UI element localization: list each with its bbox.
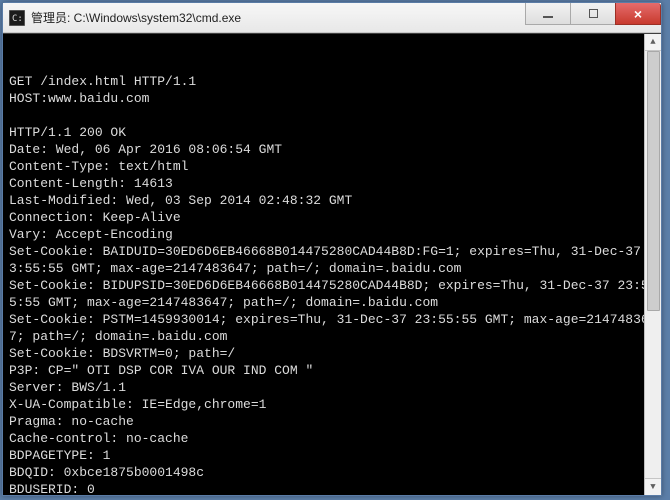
vertical-scrollbar[interactable]: ▲ ▼ (644, 34, 661, 495)
terminal-line: HTTP/1.1 200 OK (9, 124, 657, 141)
terminal-line: Set-Cookie: BDSVRTM=0; path=/ (9, 345, 657, 362)
terminal-line: Content-Length: 14613 (9, 175, 657, 192)
terminal-line: Server: BWS/1.1 (9, 379, 657, 396)
terminal-line: Set-Cookie: PSTM=1459930014; expires=Thu… (9, 311, 657, 345)
scroll-up-icon[interactable]: ▲ (645, 34, 662, 51)
cmd-window: C: 管理员: C:\Windows\system32\cmd.exe × GE… (2, 2, 662, 496)
terminal-line: Set-Cookie: BIDUPSID=30ED6D6EB46668B0144… (9, 277, 657, 311)
terminal-line: BDPAGETYPE: 1 (9, 447, 657, 464)
svg-text:C:: C: (12, 14, 23, 24)
terminal-line: BDQID: 0xbce1875b0001498c (9, 464, 657, 481)
terminal-line: Pragma: no-cache (9, 413, 657, 430)
scroll-down-icon[interactable]: ▼ (645, 478, 662, 495)
terminal-line: HOST:www.baidu.com (9, 90, 657, 107)
terminal-line: Connection: Keep-Alive (9, 209, 657, 226)
terminal-line (9, 107, 657, 124)
terminal-line: Vary: Accept-Encoding (9, 226, 657, 243)
terminal-line: P3P: CP=" OTI DSP COR IVA OUR IND COM " (9, 362, 657, 379)
window-controls: × (526, 3, 661, 25)
terminal-line: BDUSERID: 0 (9, 481, 657, 495)
terminal-line: Set-Cookie: BAIDUID=30ED6D6EB46668B01447… (9, 243, 657, 277)
terminal-line: Cache-control: no-cache (9, 430, 657, 447)
close-button[interactable]: × (615, 3, 661, 25)
terminal-line: X-UA-Compatible: IE=Edge,chrome=1 (9, 396, 657, 413)
maximize-button[interactable] (570, 3, 616, 25)
minimize-button[interactable] (525, 3, 571, 25)
scroll-thumb[interactable] (647, 51, 660, 311)
terminal-line: Content-Type: text/html (9, 158, 657, 175)
titlebar[interactable]: C: 管理员: C:\Windows\system32\cmd.exe × (3, 3, 661, 33)
terminal-output[interactable]: GET /index.html HTTP/1.1HOST:www.baidu.c… (3, 33, 661, 495)
terminal-line: Last-Modified: Wed, 03 Sep 2014 02:48:32… (9, 192, 657, 209)
terminal-line: GET /index.html HTTP/1.1 (9, 73, 657, 90)
cmd-icon: C: (9, 10, 25, 26)
terminal-line: Date: Wed, 06 Apr 2016 08:06:54 GMT (9, 141, 657, 158)
window-title: 管理员: C:\Windows\system32\cmd.exe (31, 9, 241, 26)
